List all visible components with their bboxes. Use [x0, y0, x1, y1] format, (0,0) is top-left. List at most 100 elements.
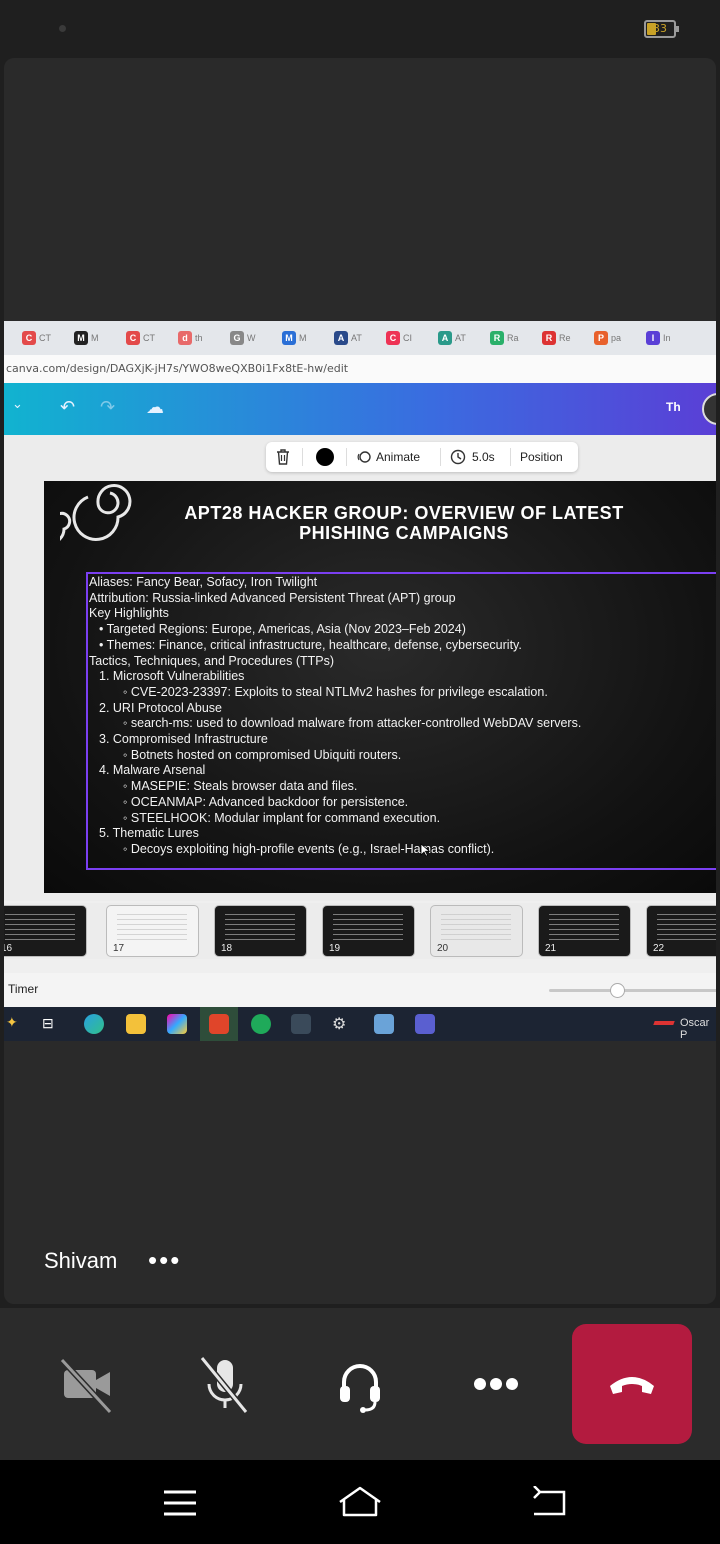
browser-tab[interactable]: R Re — [542, 326, 594, 350]
browser-tab[interactable]: A AT — [334, 326, 386, 350]
thumbnail-preview — [333, 914, 403, 944]
slide-thumbnails: 16 17 18 19 20 21 22 — [4, 903, 716, 959]
slide-thumbnail[interactable]: 17 — [106, 905, 199, 957]
photos-icon[interactable] — [374, 1014, 394, 1034]
slide-thumbnail[interactable]: 16 — [4, 905, 87, 957]
tab-label: CT — [39, 333, 51, 343]
status-bar: 33 — [0, 0, 720, 58]
back-icon[interactable] — [530, 1486, 568, 1518]
more-options-icon[interactable] — [466, 1344, 526, 1424]
slide-text-line: Key Highlights — [89, 606, 169, 621]
hang-up-icon — [610, 1377, 654, 1394]
teams-icon[interactable] — [415, 1014, 435, 1034]
timer-bar: Timer — [4, 973, 716, 1007]
thumbnail-number: 18 — [221, 943, 233, 954]
android-nav-bar — [0, 1460, 720, 1544]
call-controls — [0, 1308, 720, 1460]
participant-video-tile[interactable]: C CT M M C CT d th G W M M A AT C CI A AT R Ra R Re Ppa I In can… — [4, 58, 716, 1304]
participant-name: Shivam — [44, 1248, 118, 1273]
tab-label: W — [247, 333, 256, 343]
slide-thumbnail[interactable]: 20 — [430, 905, 523, 957]
browser-tab[interactable]: d th — [178, 326, 230, 350]
zoom-slider[interactable] — [549, 983, 716, 998]
tab-label: CI — [403, 333, 412, 343]
file-explorer-icon[interactable] — [126, 1014, 146, 1034]
slide-text-line: 3. Compromised Infrastructure — [99, 732, 268, 747]
position-button[interactable]: Position — [520, 450, 563, 464]
slide-title-line-2: PHISHING CAMPAIGNS — [299, 523, 509, 543]
slide-text-box[interactable]: Aliases: Fancy Bear, Sofacy, Iron Twilig… — [86, 572, 716, 870]
slide-text-line: ◦ Botnets hosted on compromised Ubiquiti… — [123, 747, 402, 762]
end-call-button[interactable] — [572, 1324, 692, 1444]
editor-canvas: Animate 5.0s Position APT28 HACKER GROUP… — [4, 435, 716, 901]
avatar[interactable] — [702, 393, 716, 425]
settings-icon[interactable]: ⚙ — [332, 1014, 352, 1034]
slide-text-line: 4. Malware Arsenal — [99, 763, 206, 778]
headset-icon[interactable] — [330, 1344, 390, 1424]
cursor-icon — [420, 843, 430, 857]
brave-icon[interactable] — [209, 1014, 229, 1034]
tab-label: Ra — [507, 333, 519, 343]
menu-icon[interactable] — [162, 1488, 198, 1518]
tab-label: M — [299, 333, 307, 343]
browser-tab[interactable]: MM — [74, 326, 126, 350]
app-icon[interactable] — [291, 1014, 311, 1034]
slide-text-line: ◦ search-ms: used to download malware fr… — [123, 716, 582, 731]
tab-label: Re — [559, 333, 571, 343]
chevron-down-icon[interactable]: ⌄ — [12, 396, 23, 412]
element-toolbar: Animate 5.0s Position — [266, 442, 578, 472]
mic-off-icon[interactable] — [196, 1344, 256, 1424]
slide-thumbnail[interactable]: 22 — [646, 905, 716, 957]
slide-thumbnail[interactable]: 21 — [538, 905, 631, 957]
browser-tab[interactable]: A AT — [438, 326, 490, 350]
browser-tab[interactable]: C CI — [386, 326, 438, 350]
slide-text-line: ◦ CVE-2023-23397: Exploits to steal NTLM… — [123, 684, 548, 699]
thumbnail-preview — [549, 914, 619, 944]
slide-thumbnail[interactable]: 19 — [322, 905, 415, 957]
tab-favicon-icon: M — [74, 331, 88, 345]
timer-label[interactable]: Timer — [8, 982, 38, 996]
address-bar[interactable]: canva.com/design/DAGXjK-jH7s/YWO8weQXB0i… — [4, 355, 716, 383]
slide-title-line-1: APT28 HACKER GROUP: OVERVIEW OF LATEST — [184, 503, 624, 523]
browser-tab[interactable]: GW — [230, 326, 282, 350]
browser-tab[interactable]: Ppa — [594, 326, 646, 350]
slide-title: APT28 HACKER GROUP: OVERVIEW OF LATEST P… — [44, 503, 716, 543]
slide-text-line: Aliases: Fancy Bear, Sofacy, Iron Twilig… — [89, 575, 318, 589]
animate-button[interactable]: Animate — [376, 450, 420, 464]
participant-more-button[interactable]: ••• — [148, 1247, 181, 1273]
windows-taskbar: ✦ ⊟ ⚙ Oscar P — [4, 1007, 716, 1041]
task-view-icon[interactable]: ⊟ — [42, 1015, 62, 1035]
edge-icon[interactable] — [84, 1014, 104, 1034]
duration-button[interactable]: 5.0s — [472, 450, 495, 464]
clock-icon — [450, 449, 466, 465]
undo-icon[interactable]: ↶ — [60, 397, 75, 418]
browser-tab[interactable]: MM — [282, 326, 334, 350]
whatsapp-icon[interactable] — [251, 1014, 271, 1034]
cloud-sync-icon[interactable]: ☁ — [146, 397, 164, 418]
browser-tab[interactable]: C CT — [126, 326, 178, 350]
battery-level: 33 — [653, 22, 667, 35]
tab-favicon-icon: I — [646, 331, 660, 345]
browser-tab[interactable]: I In — [646, 326, 698, 350]
tab-label: M — [91, 333, 99, 343]
redo-icon[interactable]: ↷ — [100, 397, 115, 418]
browser-tab[interactable]: C CT — [22, 326, 74, 350]
zoom-slider-knob[interactable] — [610, 983, 625, 998]
slide-thumbnail[interactable]: 18 — [214, 905, 307, 957]
home-icon[interactable] — [336, 1484, 384, 1518]
slide-text-line: 2. URI Protocol Abuse — [99, 700, 222, 715]
copilot-app-icon[interactable] — [167, 1014, 187, 1034]
color-swatch[interactable] — [316, 448, 334, 466]
thumbnail-preview — [657, 914, 716, 944]
thumbnail-number: 19 — [329, 943, 341, 954]
slide[interactable]: APT28 HACKER GROUP: OVERVIEW OF LATEST P… — [44, 481, 716, 893]
screen-share: C CT M M C CT d th G W M M A AT C CI A AT R Ra R Re Ppa I In can… — [4, 321, 716, 1041]
tab-label: pa — [611, 333, 622, 343]
copilot-icon[interactable]: ✦ — [6, 1014, 26, 1034]
tab-favicon-icon: A — [438, 331, 452, 345]
animate-icon — [357, 451, 371, 463]
camera-off-icon[interactable] — [58, 1344, 118, 1424]
trash-icon[interactable] — [276, 449, 290, 465]
tab-label: AT — [351, 333, 362, 343]
browser-tab[interactable]: R Ra — [490, 326, 542, 350]
